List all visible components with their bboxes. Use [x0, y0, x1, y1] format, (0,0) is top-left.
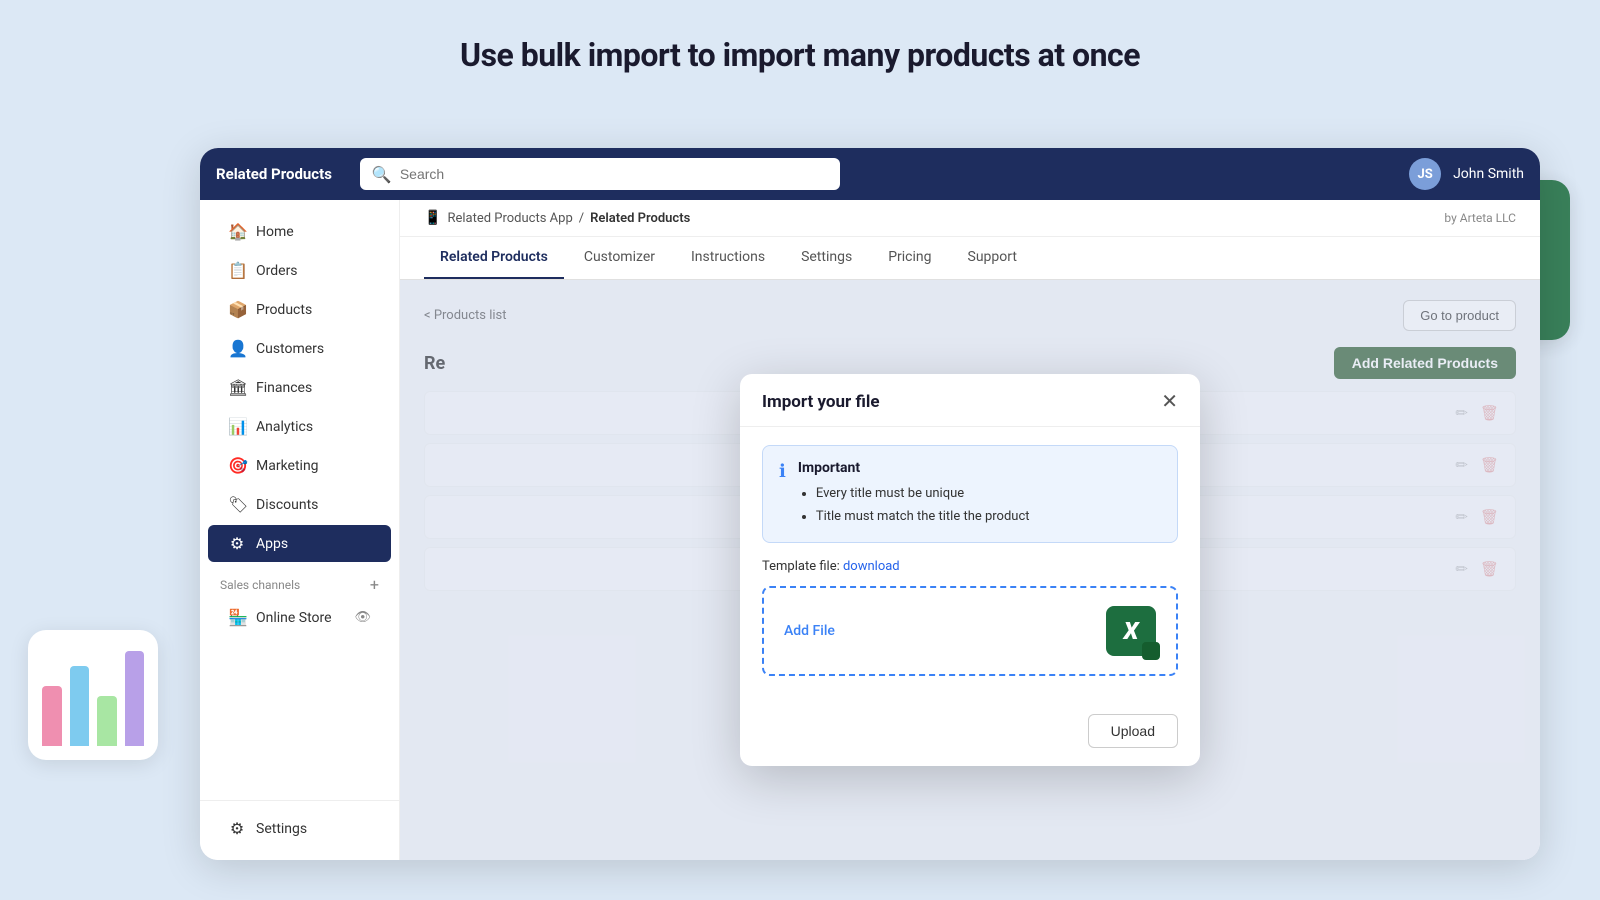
tab-related-products[interactable]: Related Products	[424, 237, 564, 279]
by-label: by Arteta LLC	[1444, 211, 1516, 225]
search-input[interactable]	[400, 166, 828, 182]
modal-body: ℹ Important Every title must be unique T…	[740, 427, 1200, 711]
orders-icon: 📋	[228, 261, 246, 280]
modal-header: Import your file ✕	[740, 374, 1200, 427]
sidebar-item-analytics[interactable]: 📊 Analytics	[208, 408, 391, 445]
tab-instructions[interactable]: Instructions	[675, 237, 781, 279]
tab-settings[interactable]: Settings	[785, 237, 868, 279]
page-heading: Use bulk import to import many products …	[0, 0, 1600, 74]
breadcrumb-current: Related Products	[590, 211, 690, 226]
sidebar-item-label: Apps	[256, 536, 288, 552]
avatar: JS	[1409, 158, 1441, 190]
customers-icon: 👤	[228, 339, 246, 358]
sidebar-item-label: Finances	[256, 380, 312, 396]
search-bar[interactable]: 🔍	[360, 158, 840, 190]
sidebar-item-label: Marketing	[256, 458, 319, 474]
template-download-link[interactable]: download	[843, 559, 900, 574]
apps-icon: ⚙	[228, 534, 246, 553]
tabs-bar: Related Products Customizer Instructions…	[400, 237, 1540, 280]
navbar-brand: Related Products	[216, 165, 332, 183]
tab-customizer[interactable]: Customizer	[568, 237, 671, 279]
info-icon: ℹ	[779, 461, 786, 529]
info-item-1: Every title must be unique	[816, 482, 1030, 505]
modal-footer: Upload	[740, 710, 1200, 766]
sidebar-item-label: Discounts	[256, 497, 318, 513]
eye-icon: 👁	[354, 610, 371, 625]
sidebar-bottom: ⚙ Settings	[200, 800, 399, 848]
content-topbar: 📱 Related Products App / Related Product…	[400, 200, 1540, 237]
sidebar-item-apps[interactable]: ⚙ Apps	[208, 525, 391, 562]
drop-zone[interactable]: Add File X	[762, 586, 1178, 676]
store-icon: 🏪	[228, 608, 246, 627]
sidebar-item-marketing[interactable]: 🎯 Marketing	[208, 447, 391, 484]
breadcrumb-separator: /	[579, 211, 584, 226]
content-body: < Products list Go to product Re Add Rel…	[400, 280, 1540, 860]
sidebar-item-discounts[interactable]: 🏷 Discounts	[208, 486, 391, 523]
sales-channels-label: Sales channels	[220, 578, 300, 592]
info-item-2: Title must match the title the product	[816, 505, 1030, 528]
info-title: Important	[798, 460, 1030, 476]
template-line: Template file: download	[762, 559, 1178, 574]
main-layout: 🏠 Home 📋 Orders 📦 Products 👤 Customers 🏛…	[200, 200, 1540, 860]
sidebar-item-home[interactable]: 🏠 Home	[208, 213, 391, 250]
info-content: Important Every title must be unique Tit…	[798, 460, 1030, 529]
marketing-icon: 🎯	[228, 456, 246, 475]
sidebar-item-label: Analytics	[256, 419, 313, 435]
info-box: ℹ Important Every title must be unique T…	[762, 445, 1178, 544]
breadcrumb-app-link[interactable]: Related Products App	[447, 211, 572, 226]
sidebar-item-label: Products	[256, 302, 312, 318]
sidebar: 🏠 Home 📋 Orders 📦 Products 👤 Customers 🏛…	[200, 200, 400, 860]
content-area: 📱 Related Products App / Related Product…	[400, 200, 1540, 860]
analytics-icon: 📊	[228, 417, 246, 436]
username-label: John Smith	[1453, 166, 1524, 182]
sidebar-item-label: Online Store	[256, 610, 332, 626]
template-prefix: Template file:	[762, 559, 840, 574]
modal-close-button[interactable]: ✕	[1161, 392, 1178, 412]
info-list: Every title must be unique Title must ma…	[798, 482, 1030, 529]
finances-icon: 🏛	[228, 378, 246, 397]
products-icon: 📦	[228, 300, 246, 319]
app-icon: 📱	[424, 210, 441, 226]
tab-pricing[interactable]: Pricing	[872, 237, 947, 279]
sales-channels-section: Sales channels +	[200, 563, 399, 598]
settings-icon: ⚙	[228, 819, 246, 838]
home-icon: 🏠	[228, 222, 246, 241]
breadcrumb: 📱 Related Products App / Related Product…	[424, 210, 690, 226]
import-modal: Import your file ✕ ℹ Important	[740, 374, 1200, 767]
upload-button[interactable]: Upload	[1088, 714, 1178, 748]
discounts-icon: 🏷	[228, 495, 246, 514]
deco-chart	[28, 630, 158, 760]
sidebar-item-label: Orders	[256, 263, 298, 279]
modal-overlay: Import your file ✕ ℹ Important	[400, 280, 1540, 860]
modal-title: Import your file	[762, 392, 880, 412]
sidebar-item-label: Home	[256, 224, 294, 240]
sidebar-item-products[interactable]: 📦 Products	[208, 291, 391, 328]
sidebar-item-settings[interactable]: ⚙ Settings	[208, 810, 391, 847]
app-window: Related Products 🔍 JS John Smith 🏠 Home …	[200, 148, 1540, 860]
sidebar-item-finances[interactable]: 🏛 Finances	[208, 369, 391, 406]
tab-support[interactable]: Support	[952, 237, 1033, 279]
sidebar-item-label: Settings	[256, 821, 307, 837]
excel-file-icon: X	[1106, 606, 1156, 656]
sidebar-item-orders[interactable]: 📋 Orders	[208, 252, 391, 289]
sidebar-item-customers[interactable]: 👤 Customers	[208, 330, 391, 367]
add-sales-channel-icon[interactable]: +	[370, 575, 379, 594]
sidebar-item-label: Customers	[256, 341, 324, 357]
navbar: Related Products 🔍 JS John Smith	[200, 148, 1540, 200]
add-file-label: Add File	[784, 623, 835, 639]
sidebar-item-online-store[interactable]: 🏪 Online Store 👁	[208, 599, 391, 636]
search-icon: 🔍	[372, 165, 392, 184]
